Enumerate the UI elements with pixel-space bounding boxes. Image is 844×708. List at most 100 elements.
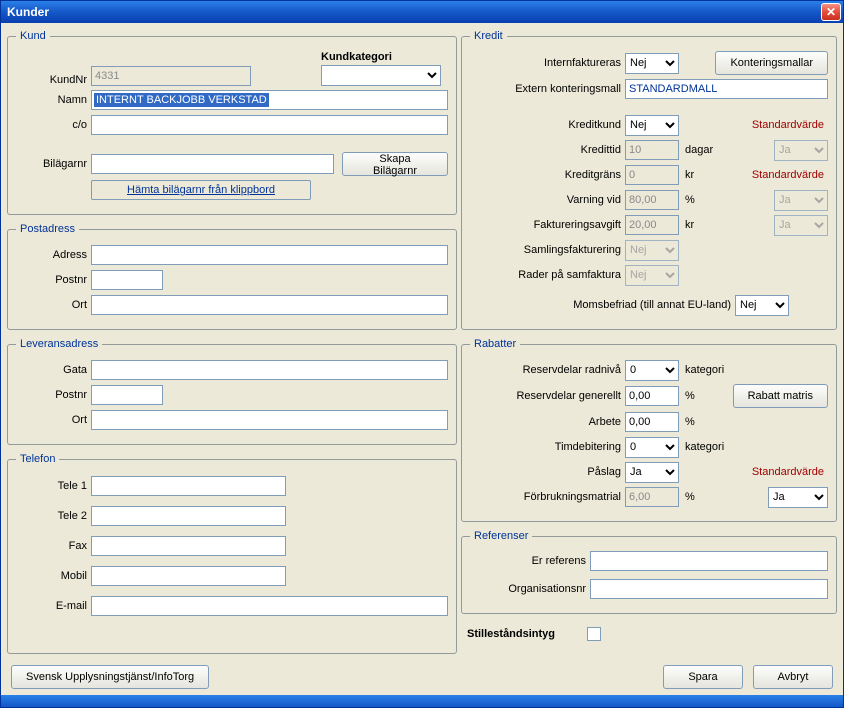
referenser-legend: Referenser xyxy=(470,530,532,542)
arbete-input[interactable] xyxy=(625,412,679,432)
namn-label: Namn xyxy=(16,94,91,106)
stillestand-checkbox[interactable] xyxy=(587,627,601,641)
tele2-input[interactable] xyxy=(91,506,286,526)
close-icon: ✕ xyxy=(826,6,836,18)
paslag-label: Påslag xyxy=(470,466,625,478)
orgnr-label: Organisationsnr xyxy=(470,583,590,595)
varning-label: Varning vid xyxy=(470,194,625,206)
bilagarnr-label: Bilägarnr xyxy=(16,158,91,170)
spara-button[interactable]: Spara xyxy=(663,665,743,689)
kredittid-input[interactable] xyxy=(625,140,679,160)
ort-input[interactable] xyxy=(91,295,448,315)
co-input[interactable] xyxy=(91,115,448,135)
kundkategori-label: Kundkategori xyxy=(321,51,392,63)
email-input[interactable] xyxy=(91,596,448,616)
kredit-legend: Kredit xyxy=(470,30,507,42)
kund-fieldset: Kund KundNr Kundkategori Namn INTERNT BA… xyxy=(7,30,457,215)
varning-std-select: Ja xyxy=(774,190,828,211)
postadress-legend: Postadress xyxy=(16,223,79,235)
gata-input[interactable] xyxy=(91,360,448,380)
standard-label-2: Standardvärde xyxy=(752,169,824,181)
timdebitering-unit: kategori xyxy=(685,441,724,453)
konteringsmallar-button[interactable]: Konteringsmallar xyxy=(715,51,828,75)
arbete-unit: % xyxy=(685,416,695,428)
lev-postnr-input[interactable] xyxy=(91,385,163,405)
avbryt-button[interactable]: Avbryt xyxy=(753,665,833,689)
postadress-fieldset: Postadress Adress Postnr Ort xyxy=(7,223,457,330)
kredit-fieldset: Kredit Internfaktureras Nej Konteringsma… xyxy=(461,30,837,330)
forbrukning-std-select[interactable]: Ja xyxy=(768,487,828,508)
rabattmatris-button[interactable]: Rabatt matris xyxy=(733,384,828,408)
standard-label-1: Standardvärde xyxy=(752,119,824,131)
fax-input[interactable] xyxy=(91,536,286,556)
mobil-label: Mobil xyxy=(16,570,91,582)
kredittid-std-select: Ja xyxy=(774,140,828,161)
rader-label: Rader på samfaktura xyxy=(470,269,625,281)
bilagarnr-input[interactable] xyxy=(91,154,334,174)
telefon-legend: Telefon xyxy=(16,453,59,465)
lev-ort-input[interactable] xyxy=(91,410,448,430)
postnr-input[interactable] xyxy=(91,270,163,290)
tele1-input[interactable] xyxy=(91,476,286,496)
reservgenerellt-label: Reservdelar generellt xyxy=(470,390,625,402)
kundnr-label: KundNr xyxy=(16,74,91,86)
co-label: c/o xyxy=(16,119,91,131)
moms-label: Momsbefriad (till annat EU-land) xyxy=(470,299,735,311)
namn-input[interactable]: INTERNT BACKJOBB VERKSTAD xyxy=(91,90,448,110)
faktavgift-input[interactable] xyxy=(625,215,679,235)
erreferens-input[interactable] xyxy=(590,551,828,571)
reservgenerellt-input[interactable] xyxy=(625,386,679,406)
rabatter-fieldset: Rabatter Reservdelar radnivå 0 kategori … xyxy=(461,338,837,522)
kreditkund-select[interactable]: Nej xyxy=(625,115,679,136)
lev-ort-label: Ort xyxy=(16,414,91,426)
namn-value: INTERNT BACKJOBB VERKSTAD xyxy=(94,93,269,107)
reservradniva-label: Reservdelar radnivå xyxy=(470,364,625,376)
reservradniva-select[interactable]: 0 xyxy=(625,360,679,381)
paslag-select[interactable]: Ja xyxy=(625,462,679,483)
erreferens-label: Er referens xyxy=(470,555,590,567)
leveransadress-fieldset: Leveransadress Gata Postnr Ort xyxy=(7,338,457,445)
kreditgrans-unit: kr xyxy=(685,169,694,181)
footer-strip xyxy=(1,695,843,707)
forbrukning-unit: % xyxy=(685,491,695,503)
adress-label: Adress xyxy=(16,249,91,261)
kreditgrans-input[interactable] xyxy=(625,165,679,185)
mobil-input[interactable] xyxy=(91,566,286,586)
forbrukning-label: Förbrukningsmatrial xyxy=(470,491,625,503)
kredittid-label: Kredittid xyxy=(470,144,625,156)
skapa-bilagarnr-button[interactable]: Skapa Bilägarnr xyxy=(342,152,448,176)
standard-label-3: Standardvärde xyxy=(752,466,824,478)
tele2-label: Tele 2 xyxy=(16,510,91,522)
timdebitering-label: Timdebitering xyxy=(470,441,625,453)
referenser-fieldset: Referenser Er referens Organisationsnr xyxy=(461,530,837,614)
varning-unit: % xyxy=(685,194,695,206)
gata-label: Gata xyxy=(16,364,91,376)
telefon-fieldset: Telefon Tele 1 Tele 2 Fax Mobil E-mail xyxy=(7,453,457,654)
kreditgrans-label: Kreditgräns xyxy=(470,169,625,181)
kundnr-input[interactable] xyxy=(91,66,251,86)
orgnr-input[interactable] xyxy=(590,579,828,599)
close-button[interactable]: ✕ xyxy=(821,3,841,21)
kundkategori-select[interactable] xyxy=(321,65,441,86)
forbrukning-input[interactable] xyxy=(625,487,679,507)
fax-label: Fax xyxy=(16,540,91,552)
arbete-label: Arbete xyxy=(470,416,625,428)
stillestand-label: Stilleståndsintyg xyxy=(467,628,587,640)
faktavgift-std-select: Ja xyxy=(774,215,828,236)
kreditkund-label: Kreditkund xyxy=(470,119,625,131)
extern-input[interactable] xyxy=(625,79,828,99)
timdebitering-select[interactable]: 0 xyxy=(625,437,679,458)
window-title: Kunder xyxy=(7,5,49,19)
infotorg-button[interactable]: Svensk Upplysningstjänst/InfoTorg xyxy=(11,665,209,689)
samlings-label: Samlingsfakturering xyxy=(470,244,625,256)
adress-input[interactable] xyxy=(91,245,448,265)
kund-legend: Kund xyxy=(16,30,50,42)
internfaktureras-label: Internfaktureras xyxy=(470,57,625,69)
hamta-bilagarnr-link[interactable]: Hämta bilägarnr från klippbord xyxy=(91,180,311,200)
internfaktureras-select[interactable]: Nej xyxy=(625,53,679,74)
titlebar: Kunder ✕ xyxy=(1,1,843,23)
postnr-label: Postnr xyxy=(16,274,91,286)
reservradniva-unit: kategori xyxy=(685,364,724,376)
moms-select[interactable]: Nej xyxy=(735,295,789,316)
varning-input[interactable] xyxy=(625,190,679,210)
